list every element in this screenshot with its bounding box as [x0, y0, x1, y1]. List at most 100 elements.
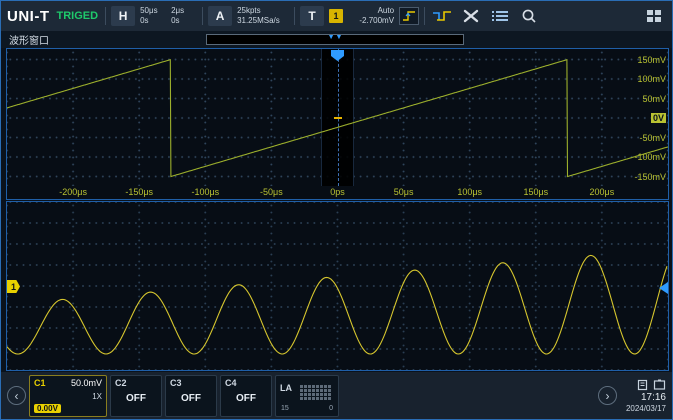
la-dot: [328, 388, 331, 392]
channel-c3-button[interactable]: C3 OFF: [165, 374, 217, 417]
la-dot: [324, 392, 327, 396]
la-dot-grid: [300, 384, 331, 400]
la-dot: [304, 392, 307, 396]
marker-triangle-icon: ▼: [327, 34, 335, 41]
search-button[interactable]: [517, 6, 541, 26]
zoom-waveform-panel[interactable]: 1: [6, 201, 669, 371]
channel-la-button[interactable]: LA 15 0: [275, 374, 339, 417]
la-dot: [328, 392, 331, 396]
divider: [105, 7, 107, 25]
time-labels: -200μs -150μs -100μs -50μs 0ps 50μs 100μs 150μs…: [7, 186, 668, 199]
la-dot: [308, 392, 311, 396]
la-dot: [328, 396, 331, 400]
la-dot: [312, 388, 315, 392]
channel-c1-scale: 50.0mV: [70, 377, 102, 388]
topbar: UNI-T TRIGED H 50μs 0s 2μs 0s A 25kpts 3…: [1, 1, 672, 32]
tools-button[interactable]: [459, 6, 483, 26]
menu-list-button[interactable]: [488, 6, 512, 26]
h-zoom-offset: 0s: [171, 16, 180, 25]
channel-c2-head: C2: [115, 378, 157, 388]
la-dot: [304, 388, 307, 392]
la-dot: [328, 384, 331, 388]
channel-c4-label: C4: [225, 377, 237, 388]
trigger-type-chip[interactable]: [399, 7, 420, 25]
marker-triangle-icon: ▼: [335, 34, 343, 41]
voltage-label: 100mV: [637, 74, 666, 84]
channel-c4-head: C4: [225, 378, 267, 388]
main-waveform-panel[interactable]: 150mV 100mV 50mV 0V -50mV -100mV -150mV -200μs…: [6, 48, 669, 200]
la-dot: [300, 388, 303, 392]
search-icon: [522, 9, 536, 23]
main-plot-grid[interactable]: 150mV 100mV 50mV 0V -50mV -100mV -150mV: [7, 49, 668, 186]
h-zoom-scale: 2μs: [171, 5, 185, 15]
channel-c3-head: C3: [170, 378, 212, 388]
wave-window-title: 波形窗口: [9, 36, 49, 47]
acquire-depth: 25kpts: [237, 5, 261, 15]
trigger-mode: Auto: [377, 5, 395, 15]
clock-area: 17:16 2024/03/17: [626, 379, 666, 413]
prev-page-button[interactable]: ‹: [7, 386, 26, 405]
record-position-bar[interactable]: ▼ ▼: [206, 34, 464, 45]
la-dot: [324, 388, 327, 392]
la-dot: [320, 388, 323, 392]
clock-icons: [637, 379, 666, 391]
channel-c2-state: OFF: [126, 392, 146, 404]
la-dot: [320, 396, 323, 400]
next-page-button[interactable]: ›: [597, 386, 617, 405]
channel-c4-button[interactable]: C4 OFF: [220, 374, 272, 417]
la-dot: [304, 396, 307, 400]
clock-date: 2024/03/17: [625, 403, 666, 413]
horizontal-menu-button[interactable]: H: [111, 6, 136, 26]
time-label: 100μs: [457, 187, 483, 197]
la-high-label: 15: [281, 404, 289, 412]
h-main-offset: 0s: [140, 16, 149, 25]
la-dot: [312, 396, 315, 400]
channel-c2-button[interactable]: C2 OFF: [110, 374, 162, 417]
acquire-rate: 31.25MSa/s: [237, 16, 280, 25]
la-low-label: 0: [329, 404, 333, 412]
channel-c1-button[interactable]: C1 50.0mV 1X 0.00V: [29, 374, 107, 417]
voltage-label: -150mV: [634, 171, 666, 182]
divider: [202, 7, 204, 25]
la-dot: [312, 392, 315, 396]
la-dot: [320, 392, 323, 396]
oscilloscope-screen: UNI-T TRIGED H 50μs 0s 2μs 0s A 25kpts 3…: [0, 0, 673, 420]
channel-c4-state: OFF: [236, 392, 256, 404]
horizontal-main-readout: 50μs 0s: [140, 6, 166, 27]
la-dot: [308, 388, 311, 392]
bottombar: ‹ C1 50.0mV 1X 0.00V C2 OFF C3 OFF C4 OF…: [1, 372, 672, 419]
trigger-source-chip[interactable]: 1: [329, 9, 344, 23]
record-position-markers: ▼ ▼: [328, 33, 343, 43]
channel-c2-label: C2: [115, 377, 127, 388]
acquire-menu-button[interactable]: A: [208, 6, 233, 26]
channel-c1-head: C1 50.0mV: [34, 378, 102, 388]
divider: [424, 7, 426, 25]
voltage-labels: 150mV 100mV 50mV 0V -50mV -100mV -150mV: [614, 49, 666, 186]
waveform-overlay-button[interactable]: [430, 6, 454, 26]
rising-edge-icon: [403, 11, 416, 21]
la-dot: [316, 396, 319, 400]
la-dot: [316, 384, 319, 388]
channel-c1-label: C1: [34, 377, 46, 388]
la-dot: [324, 396, 327, 400]
la-dot: [320, 384, 323, 388]
time-label: 200μs: [589, 187, 615, 197]
zoom-waveform-plot: [7, 254, 668, 355]
trigger-menu-button[interactable]: T: [300, 6, 325, 26]
waveform-overlay-icon: [433, 11, 452, 21]
time-label: 150μs: [523, 187, 549, 197]
screenshot-icon[interactable]: [653, 379, 666, 391]
acquire-readout: 25kpts 31.25MSa/s: [237, 6, 289, 27]
time-label: 0ps: [330, 187, 345, 197]
la-dot: [316, 388, 319, 392]
display-layout-button[interactable]: [642, 6, 666, 26]
la-dot: [308, 396, 311, 400]
channel-c1-probe: 1X: [92, 391, 102, 401]
time-label: -150μs: [125, 187, 154, 197]
la-dot: [300, 392, 303, 396]
trigger-level: -2.700mV: [359, 16, 395, 25]
voltage-label: 50mV: [642, 93, 666, 104]
zoom-plot-grid[interactable]: 1: [7, 202, 668, 370]
la-dot: [316, 392, 319, 396]
save-file-icon[interactable]: [637, 379, 648, 391]
